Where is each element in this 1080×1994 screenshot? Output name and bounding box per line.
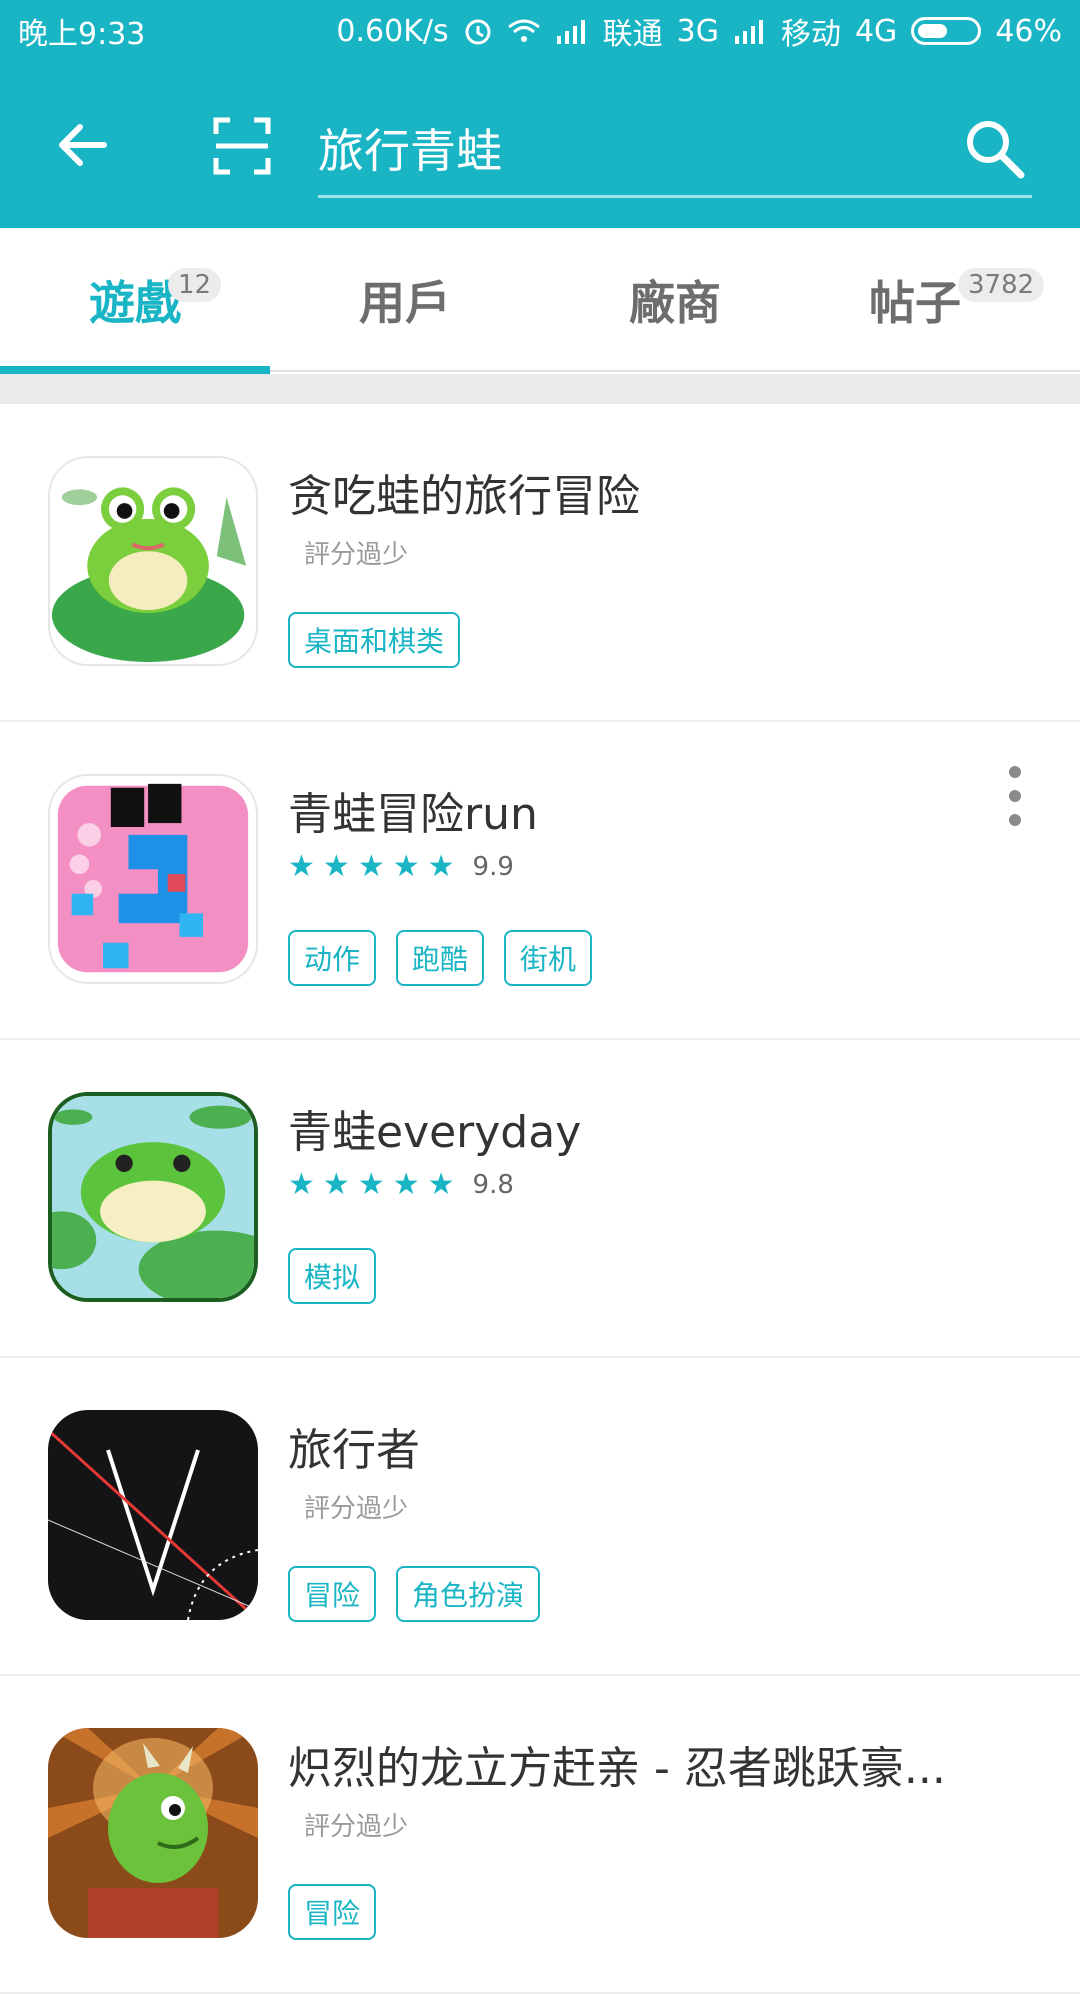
search-button[interactable] — [962, 116, 1026, 180]
star-icon: ★ — [322, 849, 350, 884]
scan-icon — [213, 117, 271, 175]
search-field[interactable] — [318, 108, 1032, 198]
game-tags: 冒险 — [288, 1884, 377, 1940]
more-dot — [1009, 790, 1021, 802]
game-title: 青蛙everyday — [288, 1107, 582, 1158]
tab-users-label: 用戶 — [359, 276, 451, 330]
search-category-tabs: 遊戲 12 用戶 廠商 帖子 3782 — [0, 228, 1080, 374]
star-icon: ★ — [427, 1167, 455, 1202]
star-icon: ★ — [392, 1167, 420, 1202]
tag-chip[interactable]: 冒险 — [288, 1566, 377, 1622]
battery-icon — [911, 17, 982, 45]
scan-button[interactable] — [212, 116, 272, 176]
game-icon-traveler — [48, 1410, 258, 1620]
star-icon: ★ — [357, 1167, 385, 1202]
rating-text: 評分過少 — [304, 540, 409, 570]
network-speed: 0.60K/s — [336, 13, 449, 49]
rating-text: 評分過少 — [304, 1812, 409, 1842]
arrow-left-icon — [59, 124, 107, 166]
game-list-item[interactable]: 炽烈的龙立方赶亲 - 忍者跳跃豪... 評分過少 冒险 — [0, 1676, 1080, 1994]
game-icon-dragon — [48, 1728, 258, 1938]
star-icon: ★ — [392, 849, 420, 884]
tab-games[interactable]: 遊戲 12 — [0, 228, 270, 374]
game-list-item[interactable]: 青蛙冒险run ★ ★ ★ ★ ★ 9.9 动作 跑酷 街机 — [0, 722, 1080, 1040]
alarm-icon — [463, 16, 493, 46]
tab-posts-label: 帖子 — [869, 276, 961, 330]
game-tags: 动作 跑酷 街机 — [288, 930, 593, 986]
network-type-2: 4G — [854, 13, 898, 49]
game-list-item[interactable]: 青蛙everyday ★ ★ ★ ★ ★ 9.8 模拟 — [0, 1040, 1080, 1358]
game-title: 炽烈的龙立方赶亲 - 忍者跳跃豪... — [288, 1743, 946, 1794]
more-dot — [1009, 814, 1021, 826]
star-icon: ★ — [322, 1167, 350, 1202]
rating-text: 評分過少 — [304, 1494, 409, 1524]
tab-vendors[interactable]: 廠商 — [540, 228, 810, 372]
carrier-2: 移动 — [780, 17, 841, 52]
game-list-item[interactable]: 旅行者 評分過少 冒险 角色扮演 — [0, 1358, 1080, 1676]
game-title: 青蛙冒险run — [288, 789, 538, 840]
status-time: 晚上9:33 — [18, 17, 146, 52]
game-icon-frog-everyday — [48, 1092, 258, 1302]
search-toolbar — [0, 88, 1080, 208]
tab-posts-count-badge: 3782 — [958, 268, 1045, 302]
active-tab-indicator — [0, 366, 270, 374]
game-tags: 冒险 角色扮演 — [288, 1566, 541, 1622]
section-divider — [0, 374, 1080, 404]
tab-games-count-badge: 12 — [168, 268, 222, 302]
tag-chip[interactable]: 冒险 — [288, 1884, 377, 1940]
tag-chip[interactable]: 跑酷 — [396, 930, 485, 986]
rating-score: 9.8 — [472, 1170, 514, 1200]
game-title: 贪吃蛙的旅行冒险 — [288, 471, 640, 522]
tag-chip[interactable]: 模拟 — [288, 1248, 377, 1304]
status-bar: 晚上9:33 0.60K/s 联通 3G 移动 4G 46% — [0, 0, 1080, 62]
battery-level: 46% — [995, 13, 1062, 49]
tag-chip[interactable]: 桌面和棋类 — [288, 612, 461, 668]
signal-icon — [555, 18, 589, 44]
carrier-1: 联通 — [602, 17, 663, 52]
game-result-list: 贪吃蛙的旅行冒险 評分過少 桌面和棋类 青蛙冒险run ★ ★ ★ ★ ★ 9.… — [0, 404, 1080, 1994]
tab-vendors-label: 廠商 — [629, 276, 721, 330]
game-tags: 模拟 — [288, 1248, 377, 1304]
more-options-button[interactable] — [1000, 766, 1030, 826]
wifi-icon — [507, 17, 541, 45]
game-tags: 桌面和棋类 — [288, 612, 461, 668]
game-title: 旅行者 — [288, 1425, 420, 1476]
search-input[interactable] — [318, 108, 938, 188]
network-type-1: 3G — [676, 13, 719, 49]
tab-posts[interactable]: 帖子 3782 — [810, 228, 1080, 372]
search-icon — [967, 121, 1025, 179]
star-rating: ★ ★ ★ ★ ★ 9.8 — [288, 1167, 514, 1202]
app-header: 晚上9:33 0.60K/s 联通 3G 移动 4G 46% — [0, 0, 1080, 228]
status-right: 0.60K/s 联通 3G 移动 4G 46% — [336, 9, 1062, 53]
back-button[interactable] — [52, 114, 114, 176]
signal-icon-2 — [733, 18, 767, 44]
tab-games-label: 遊戲 — [89, 276, 181, 330]
tag-chip[interactable]: 动作 — [288, 930, 377, 986]
tag-chip[interactable]: 角色扮演 — [396, 1566, 541, 1622]
star-icon: ★ — [288, 1167, 315, 1202]
star-icon: ★ — [357, 849, 385, 884]
game-list-item[interactable]: 贪吃蛙的旅行冒险 評分過少 桌面和棋类 — [0, 404, 1080, 722]
tab-users[interactable]: 用戶 — [270, 228, 540, 372]
tag-chip[interactable]: 街机 — [504, 930, 593, 986]
more-dot — [1009, 766, 1021, 778]
star-icon: ★ — [427, 849, 455, 884]
star-rating: ★ ★ ★ ★ ★ 9.9 — [288, 849, 514, 884]
rating-score: 9.9 — [472, 852, 514, 882]
star-icon: ★ — [288, 849, 315, 884]
game-icon-frog — [48, 456, 258, 666]
game-icon-runner — [48, 774, 258, 984]
